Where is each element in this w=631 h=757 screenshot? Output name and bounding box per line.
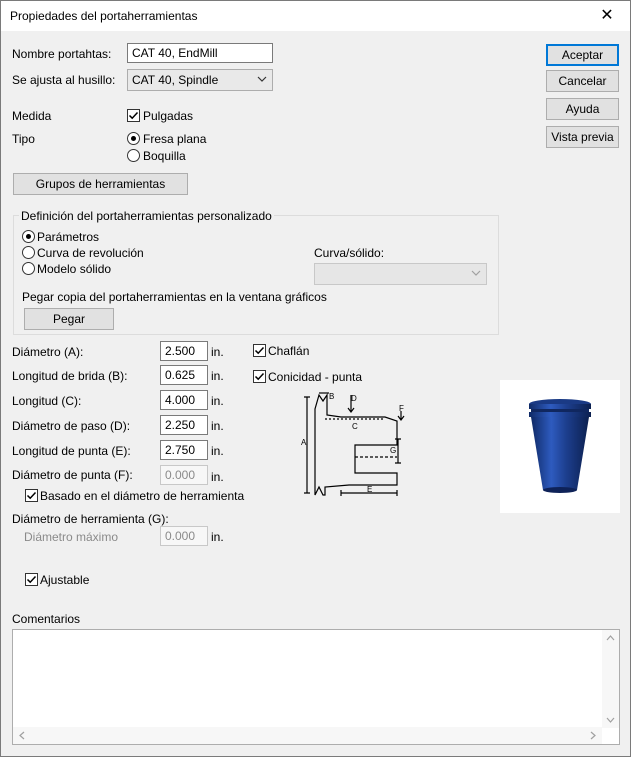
paste-label: Pegar copia del portaherramientas en la … xyxy=(22,290,327,304)
scroll-up-icon[interactable] xyxy=(606,634,615,642)
checkmark-icon xyxy=(128,111,139,120)
tip-diameter-input: 0.000 xyxy=(160,465,208,485)
scroll-down-icon[interactable] xyxy=(606,716,615,724)
length-label: Longitud (C): xyxy=(12,394,82,408)
cancel-button[interactable]: Cancelar xyxy=(546,70,619,92)
type-option-flat: Fresa plana xyxy=(143,132,207,146)
comments-label: Comentarios xyxy=(12,612,81,626)
unit-label: in. xyxy=(211,470,224,484)
custom-option-solid: Modelo sólido xyxy=(37,262,112,276)
flange-length-input[interactable]: 0.625 xyxy=(160,365,208,385)
diagram-label-g: G xyxy=(390,446,396,455)
vertical-scrollbar[interactable] xyxy=(602,630,619,728)
tool-diameter-label: Diámetro de herramienta (G): xyxy=(12,512,169,526)
chamfer-checkbox[interactable] xyxy=(253,344,266,357)
chevron-down-icon xyxy=(471,267,481,284)
type-radio-flat[interactable] xyxy=(127,132,140,145)
comments-textarea[interactable] xyxy=(12,629,620,745)
custom-radio-params[interactable] xyxy=(22,230,35,243)
diagram-label-b: B xyxy=(329,392,334,401)
window-title: Propiedades del portaherramientas xyxy=(10,9,198,23)
custom-radio-solid[interactable] xyxy=(22,262,35,275)
chevron-down-icon xyxy=(257,73,267,90)
max-diameter-input: 0.000 xyxy=(160,526,208,546)
holder-preview xyxy=(500,380,620,513)
tip-diameter-label: Diámetro de punta (F): xyxy=(12,468,133,482)
step-diameter-label: Diámetro de paso (D): xyxy=(12,419,131,433)
flange-length-label: Longitud de brida (B): xyxy=(12,369,128,383)
step-diameter-input[interactable]: 2.250 xyxy=(160,415,208,435)
horizontal-scrollbar[interactable] xyxy=(13,727,602,744)
diagram-label-a: A xyxy=(301,438,307,447)
dimension-diagram: A B C D E F G xyxy=(301,392,405,496)
tool-holder-model-icon xyxy=(529,399,591,493)
diameter-label: Diámetro (A): xyxy=(12,345,84,359)
taper-tip-checkbox[interactable] xyxy=(253,370,266,383)
tool-groups-button[interactable]: Grupos de herramientas xyxy=(13,173,188,195)
tip-length-label: Longitud de punta (E): xyxy=(12,444,131,458)
checkmark-icon xyxy=(26,491,37,500)
custom-definition-title: Definición del portaherramientas persona… xyxy=(19,209,274,223)
curve-solid-select xyxy=(314,263,487,285)
unit-label: in. xyxy=(211,530,224,544)
length-input[interactable]: 4.000 xyxy=(160,390,208,410)
dialog-window: Propiedades del portaherramientas ✕ Nomb… xyxy=(0,0,631,757)
title-bar: Propiedades del portaherramientas ✕ xyxy=(1,1,630,31)
checkmark-icon xyxy=(26,575,37,584)
checkmark-icon xyxy=(254,346,265,355)
unit-label: in. xyxy=(211,394,224,408)
custom-option-curve: Curva de revolución xyxy=(37,246,144,260)
diagram-label-d: D xyxy=(351,394,357,403)
scroll-left-icon[interactable] xyxy=(18,731,26,740)
diagram-label-f: F xyxy=(399,404,404,413)
chamfer-label: Chaflán xyxy=(268,344,310,358)
curve-solid-label: Curva/sólido: xyxy=(314,246,385,260)
unit-label: in. xyxy=(211,419,224,433)
diagram-label-c: C xyxy=(352,422,358,431)
type-option-collet: Boquilla xyxy=(143,149,186,163)
max-diameter-label: Diámetro máximo xyxy=(24,530,119,544)
adjustable-label: Ajustable xyxy=(40,573,90,587)
type-label: Tipo xyxy=(12,132,35,146)
based-on-tool-checkbox[interactable] xyxy=(25,489,38,502)
inches-checkbox[interactable] xyxy=(127,109,140,122)
unit-label: in. xyxy=(211,444,224,458)
based-on-tool-label: Basado en el diámetro de herramienta xyxy=(40,489,245,503)
holder-name-input[interactable]: CAT 40, EndMill xyxy=(127,43,273,63)
spindle-select[interactable]: CAT 40, Spindle xyxy=(127,69,273,91)
type-radio-collet[interactable] xyxy=(127,149,140,162)
help-button[interactable]: Ayuda xyxy=(546,98,619,120)
checkmark-icon xyxy=(254,372,265,381)
adjustable-checkbox[interactable] xyxy=(25,573,38,586)
spindle-select-value: CAT 40, Spindle xyxy=(132,73,219,87)
paste-button[interactable]: Pegar xyxy=(24,308,114,330)
radio-selected-dot xyxy=(131,136,136,141)
custom-option-params: Parámetros xyxy=(37,230,100,244)
inches-label: Pulgadas xyxy=(143,109,194,123)
radio-selected-dot xyxy=(26,234,31,239)
scroll-right-icon[interactable] xyxy=(589,731,597,740)
units-label: Medida xyxy=(12,109,52,123)
tip-length-input[interactable]: 2.750 xyxy=(160,440,208,460)
custom-radio-curve[interactable] xyxy=(22,246,35,259)
diagram-label-e: E xyxy=(367,485,372,494)
preview-button[interactable]: Vista previa xyxy=(546,126,619,148)
unit-label: in. xyxy=(211,369,224,383)
spindle-label: Se ajusta al husillo: xyxy=(12,73,116,87)
holder-name-label: Nombre portahtas: xyxy=(12,47,112,61)
close-icon[interactable]: ✕ xyxy=(584,1,630,31)
diameter-input[interactable]: 2.500 xyxy=(160,341,208,361)
taper-tip-label: Conicidad - punta xyxy=(268,370,363,384)
unit-label: in. xyxy=(211,345,224,359)
ok-button[interactable]: Aceptar xyxy=(546,44,619,66)
